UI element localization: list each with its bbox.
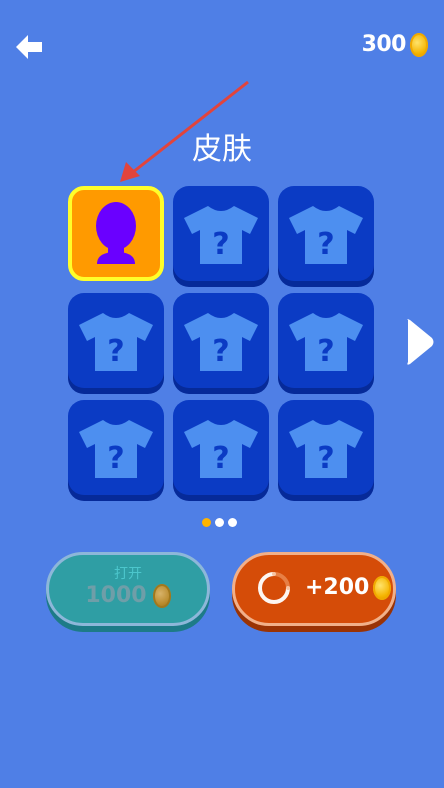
svg-text:?: ? xyxy=(212,227,229,262)
page-dot[interactable] xyxy=(215,518,224,527)
svg-text:?: ? xyxy=(212,441,229,476)
loading-spinner-icon xyxy=(258,572,290,604)
skin-cell-locked[interactable]: ? xyxy=(68,293,164,388)
svg-text:?: ? xyxy=(212,334,229,369)
coin-count: 300 xyxy=(361,32,407,57)
tshirt-question-icon: ? xyxy=(184,205,258,264)
skin-cell-selected[interactable] xyxy=(68,186,164,281)
coin-counter: 300 xyxy=(362,32,428,57)
skin-cell-locked[interactable]: ? xyxy=(68,400,164,495)
ad-reward: +200 xyxy=(305,575,392,600)
tshirt-question-icon: ? xyxy=(289,419,363,478)
back-arrow-icon xyxy=(16,35,42,59)
chevron-right-icon xyxy=(407,319,434,365)
page-dot[interactable] xyxy=(228,518,237,527)
skin-cell-locked[interactable]: ? xyxy=(278,400,374,495)
tshirt-question-icon: ? xyxy=(184,419,258,478)
back-button[interactable] xyxy=(14,32,46,62)
coin-icon xyxy=(410,32,428,57)
skin-cell-locked[interactable]: ? xyxy=(278,186,374,281)
tshirt-question-icon: ? xyxy=(79,312,153,371)
open-skin-button[interactable]: 打开 1000 xyxy=(46,552,210,626)
coin-icon xyxy=(152,583,171,608)
tshirt-question-icon: ? xyxy=(289,205,363,264)
tshirt-question-icon: ? xyxy=(79,419,153,478)
coin-icon xyxy=(373,575,392,600)
open-price-value: 1000 xyxy=(85,583,147,608)
tshirt-question-icon: ? xyxy=(289,312,363,371)
skin-cell-locked[interactable]: ? xyxy=(173,186,269,281)
watch-ad-reward-button[interactable]: +200 xyxy=(232,552,396,626)
svg-text:?: ? xyxy=(317,227,334,262)
skin-cell-locked[interactable]: ? xyxy=(173,293,269,388)
page-title: 皮肤 xyxy=(192,132,252,167)
tshirt-question-icon: ? xyxy=(184,312,258,371)
page-dot-active[interactable] xyxy=(202,518,211,527)
pagination-dots xyxy=(202,518,237,527)
svg-text:?: ? xyxy=(107,334,124,369)
open-button-price: 1000 xyxy=(49,583,207,608)
svg-text:?: ? xyxy=(317,334,334,369)
skin-grid: ? ? ? ? ? ? ? ? xyxy=(68,186,376,496)
skin-cell-locked[interactable]: ? xyxy=(173,400,269,495)
open-button-label: 打开 xyxy=(114,566,142,582)
avatar-silhouette-icon xyxy=(96,201,136,264)
next-page-button[interactable] xyxy=(404,316,434,372)
skin-cell-locked[interactable]: ? xyxy=(278,293,374,388)
svg-text:?: ? xyxy=(107,441,124,476)
ad-reward-value: +200 xyxy=(305,575,370,600)
svg-text:?: ? xyxy=(317,441,334,476)
